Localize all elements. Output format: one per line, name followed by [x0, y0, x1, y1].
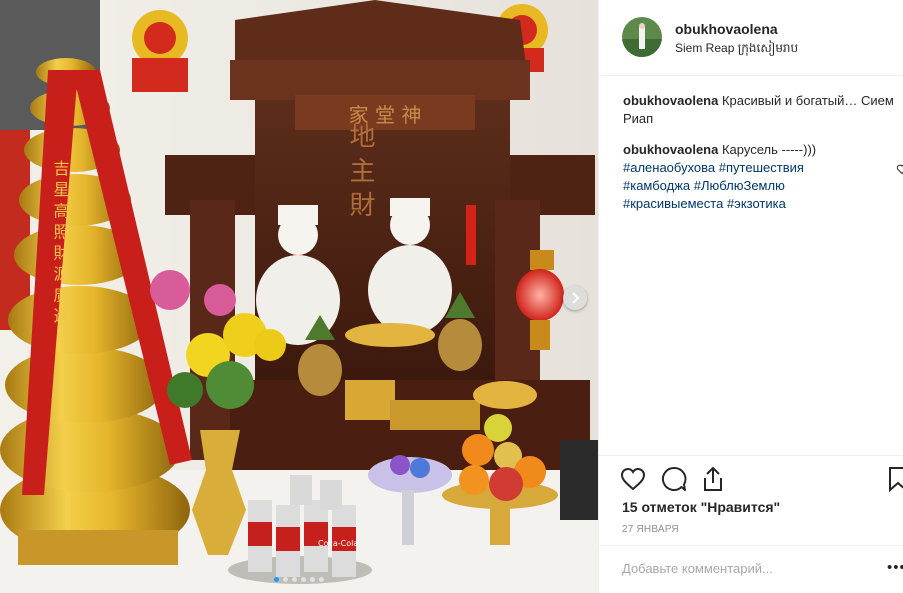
bookmark-icon [889, 467, 903, 492]
caption-username[interactable]: obukhovaolena [623, 93, 718, 108]
more-options-button[interactable]: ••• [887, 559, 903, 576]
hashtag-link[interactable]: #ЛюблюЗемлю [694, 178, 785, 193]
post-date[interactable]: 27 ЯНВАРЯ [622, 524, 679, 535]
hanging-ornament-left [132, 10, 188, 92]
carousel-dot [274, 577, 279, 582]
comment-username[interactable]: obukhovaolena [623, 142, 718, 157]
caption: obukhovaolena Красивый и богатый… Сием Р… [623, 92, 901, 128]
comment-bubble-icon [662, 466, 687, 491]
banner-text: 吉 星 高 照 財 源 廣 進 [51, 160, 70, 324]
post-side-panel: obukhovaolena Siem Reap ក្រុងសៀមរាប obuk… [598, 0, 903, 593]
comments-list: obukhovaolena Красивый и богатый… Сием Р… [623, 92, 901, 226]
post-photo[interactable]: 家 堂 神 地 主 財 吉 星 高 照 財 源 廣 進 Coca-Cola [0, 0, 598, 593]
chevron-right-icon [572, 292, 580, 304]
hashtag-link[interactable]: #камбоджа [623, 178, 690, 193]
crystal-bowl [368, 457, 452, 493]
comment-like-button[interactable] [896, 162, 903, 180]
comment-item: obukhovaolena Карусель -----))) #аленаоб… [623, 141, 901, 213]
avatar-image [622, 17, 662, 57]
hashtag-link[interactable]: #красивыеместа [623, 196, 723, 211]
carousel-next-button[interactable] [563, 286, 587, 310]
heart-outline-icon [896, 164, 903, 175]
cans-brand: Coca-Cola [318, 539, 358, 548]
altar-photo-image: 家 堂 神 地 主 財 吉 星 高 照 財 源 廣 進 Coca-Cola [0, 0, 598, 593]
comment-text: Карусель -----))) [721, 142, 817, 157]
comment-button[interactable] [660, 465, 688, 493]
carousel-dot [292, 577, 297, 582]
share-button[interactable] [699, 465, 727, 493]
hashtag-link[interactable]: #аленаобухова [623, 160, 715, 175]
hashtag-link[interactable]: #путешествия [719, 160, 804, 175]
carousel-dot [283, 577, 288, 582]
hashtags: #аленаобухова #путешествия #камбоджа #Лю… [623, 159, 901, 213]
save-button[interactable] [884, 465, 903, 493]
post-location[interactable]: Siem Reap ក្រុងសៀមរាប [675, 40, 798, 58]
carousel-dot [301, 577, 306, 582]
comment-input[interactable] [622, 561, 852, 576]
share-icon [704, 466, 722, 491]
hashtag-link[interactable]: #экзотика [727, 196, 786, 211]
post-header: obukhovaolena Siem Reap ក្រុងសៀមរាប [599, 0, 903, 76]
likes-count[interactable]: 15 отметок "Нравится" [622, 499, 780, 515]
carousel-dot [310, 577, 315, 582]
like-button[interactable] [619, 465, 647, 493]
post-username[interactable]: obukhovaolena [675, 21, 778, 37]
avatar[interactable] [622, 17, 662, 57]
dark-cans [560, 440, 598, 520]
carousel-dot [319, 577, 324, 582]
add-comment-section: ••• [599, 545, 903, 593]
carousel-dots [0, 577, 598, 582]
heart-icon [620, 467, 646, 491]
altar-main-text: 地 主 財 [345, 123, 375, 218]
